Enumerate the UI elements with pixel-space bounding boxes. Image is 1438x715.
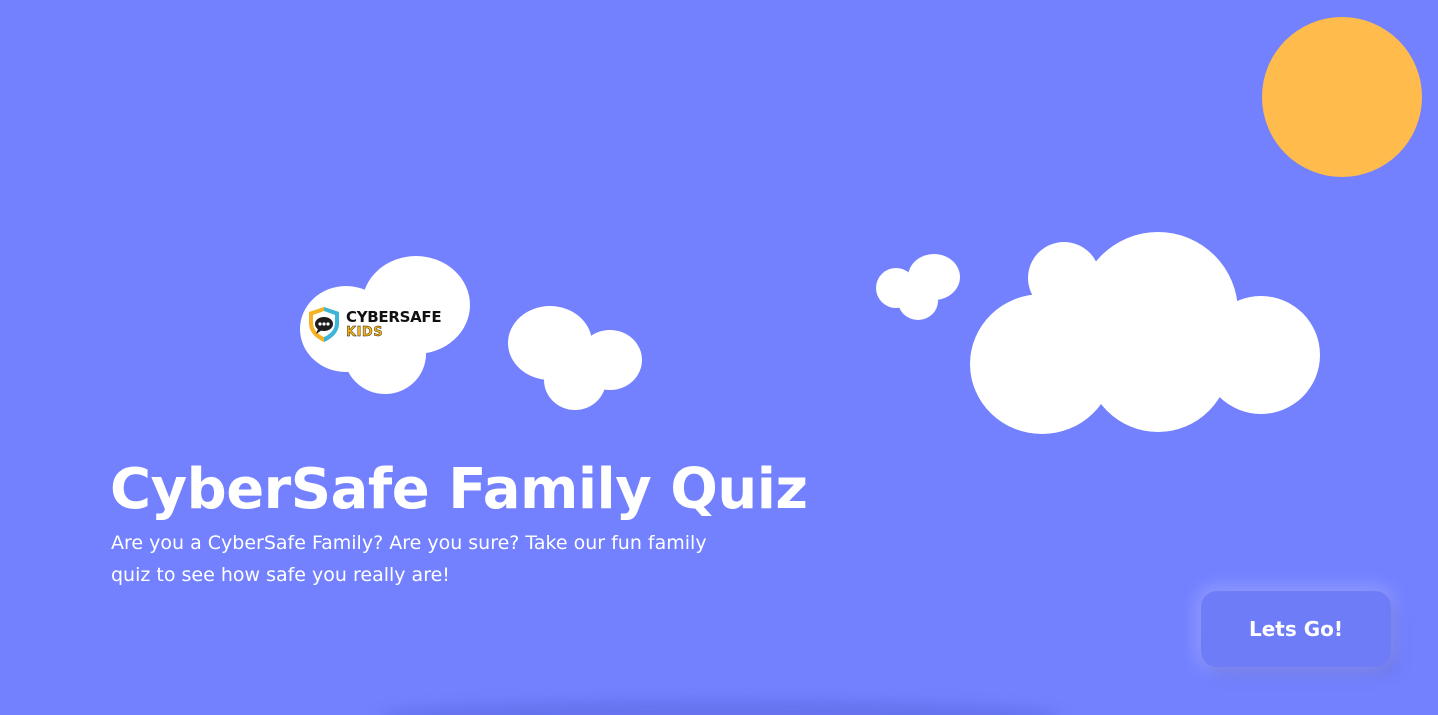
cloud-decoration — [970, 232, 1322, 436]
sun-decoration — [1262, 17, 1422, 177]
shield-chat-icon — [309, 307, 339, 342]
logo-cloud: CYBERSAFE KIDS — [300, 256, 472, 396]
logo-wordmark-top: CYBERSAFE — [346, 307, 442, 326]
cloud-decoration — [876, 252, 962, 322]
cloud-decoration — [508, 306, 644, 412]
cybersafe-kids-logo: CYBERSAFE KIDS — [306, 302, 466, 346]
quiz-subtitle: Are you a CyberSafe Family? Are you sure… — [111, 532, 707, 586]
logo-wordmark-bottom: KIDS — [346, 324, 384, 340]
quiz-title: CyberSafe Family Quiz — [110, 457, 808, 522]
lets-go-button[interactable]: Lets Go! — [1201, 591, 1391, 667]
ground-shadow — [380, 700, 1060, 715]
quiz-intro-scene: CYBERSAFE KIDS CyberSafe Family Quiz Are… — [0, 0, 1438, 715]
